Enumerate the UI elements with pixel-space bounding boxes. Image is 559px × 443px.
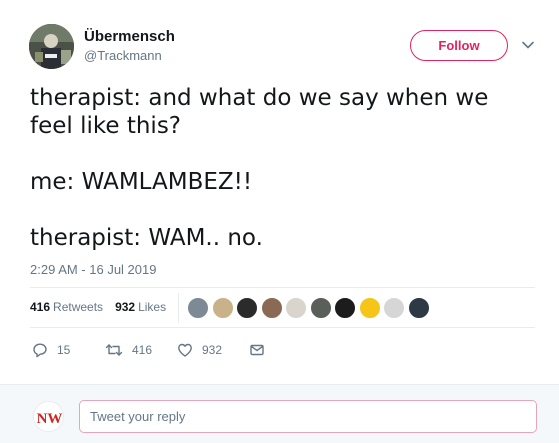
tweet-line-1: therapist: and what do we say when we fe… bbox=[30, 85, 489, 139]
liker-avatar[interactable] bbox=[211, 297, 234, 319]
dm-action[interactable] bbox=[249, 342, 265, 358]
tweet-timestamp[interactable]: 2:29 AM - 16 Jul 2019 bbox=[30, 262, 156, 277]
author-avatar[interactable] bbox=[29, 24, 74, 69]
author-display-name[interactable]: Übermensch bbox=[84, 28, 175, 45]
likers-avatars bbox=[187, 297, 432, 319]
retweet-count: 416 bbox=[132, 343, 153, 357]
retweet-action[interactable]: 416 bbox=[105, 342, 152, 358]
reply-icon bbox=[33, 343, 47, 358]
reply-count: 15 bbox=[57, 343, 71, 357]
chevron-down-icon[interactable] bbox=[521, 38, 535, 52]
like-count: 932 bbox=[202, 343, 223, 357]
follow-button[interactable]: Follow bbox=[410, 30, 508, 61]
retweet-icon bbox=[105, 344, 123, 356]
liker-avatar[interactable] bbox=[358, 297, 381, 319]
liker-avatar[interactable] bbox=[187, 297, 209, 319]
nw-logo-icon: NW bbox=[34, 402, 63, 431]
envelope-icon bbox=[250, 344, 264, 356]
stats-divider bbox=[178, 293, 179, 323]
likes-label: Likes bbox=[138, 300, 167, 314]
likes-stat[interactable]: 932 Likes bbox=[115, 300, 166, 314]
divider bbox=[30, 327, 535, 328]
liker-avatar[interactable] bbox=[334, 297, 356, 319]
liker-avatar[interactable] bbox=[260, 297, 283, 319]
tweet-text: therapist: and what do we say when we fe… bbox=[30, 84, 535, 252]
reply-avatar-text: NW bbox=[37, 411, 63, 427]
reply-input[interactable] bbox=[79, 400, 537, 433]
author-handle[interactable]: @Trackmann bbox=[84, 48, 162, 63]
reply-action[interactable]: 15 bbox=[32, 342, 70, 358]
like-action[interactable]: 932 bbox=[177, 342, 222, 358]
divider bbox=[30, 287, 535, 288]
liker-avatar[interactable] bbox=[309, 297, 332, 319]
tweet-stats: 416 Retweets 932 Likes bbox=[30, 300, 178, 314]
tweet-line-2: me: WAMLAMBEZ!! bbox=[30, 169, 253, 195]
retweets-stat[interactable]: 416 Retweets bbox=[30, 300, 103, 314]
liker-avatar[interactable] bbox=[407, 297, 430, 319]
heart-icon bbox=[178, 343, 192, 357]
user-avatar-photo-icon bbox=[29, 24, 74, 69]
tweet-card: Übermensch @Trackmann Follow therapist: … bbox=[0, 0, 559, 384]
current-user-avatar[interactable]: NW bbox=[33, 401, 64, 432]
retweets-label: Retweets bbox=[53, 300, 104, 314]
likes-count: 932 bbox=[115, 300, 136, 314]
tweet-line-3: therapist: WAM.. no. bbox=[30, 225, 263, 251]
liker-avatar[interactable] bbox=[383, 297, 405, 319]
liker-avatar[interactable] bbox=[285, 297, 307, 319]
liker-avatar[interactable] bbox=[236, 297, 258, 319]
reply-bar: NW bbox=[0, 384, 559, 443]
retweets-count: 416 bbox=[30, 300, 51, 314]
